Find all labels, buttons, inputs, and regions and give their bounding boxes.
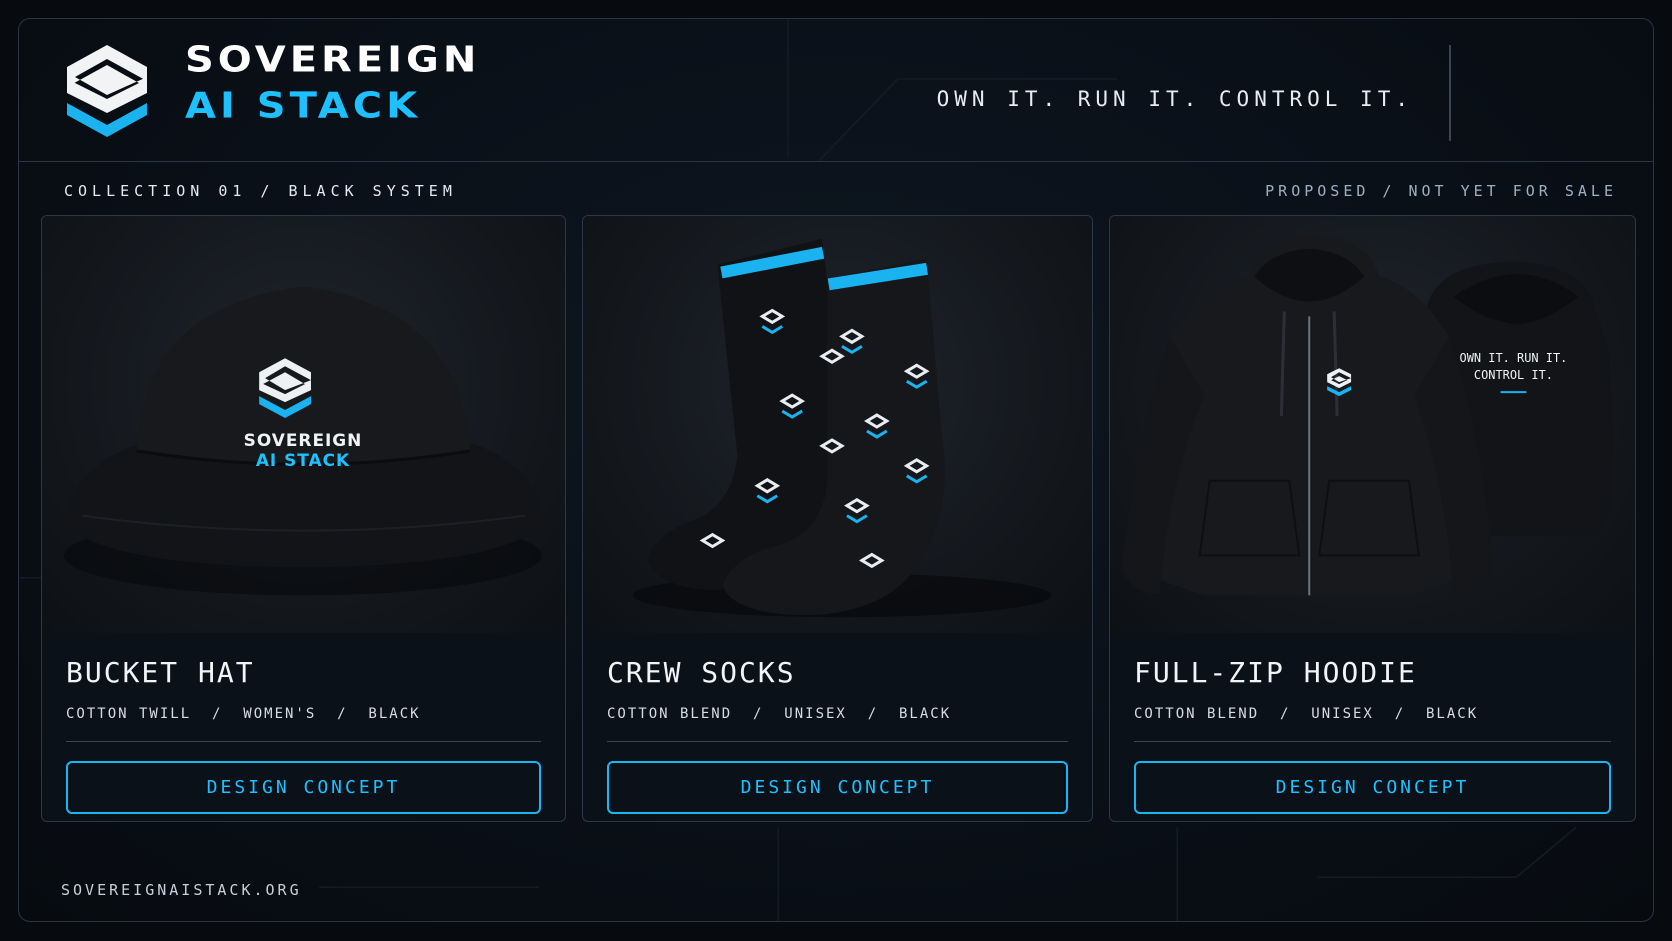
hat-print-line2: AI STACK [256, 450, 350, 470]
hoodie-back-print-line1: OWN IT. RUN IT. [1460, 351, 1568, 365]
card-divider [66, 741, 541, 742]
product-specs: COTTON BLEND / UNISEX / BLACK [607, 706, 952, 722]
card-divider [607, 741, 1068, 742]
bucket-hat-icon: SOVEREIGN AI STACK [61, 286, 546, 596]
hat-print-line1: SOVEREIGN [244, 430, 363, 450]
header-divider [1449, 45, 1451, 141]
product-title: FULL-ZIP HOODIE [1134, 656, 1417, 689]
crew-socks-icon [632, 238, 1052, 618]
collection-label: COLLECTION 01 / BLACK SYSTEM [64, 182, 457, 200]
bucket-hat-image: SOVEREIGN AI STACK [42, 216, 565, 633]
design-concept-button[interactable]: DESIGN CONCEPT [1134, 761, 1611, 814]
product-card-bucket-hat: SOVEREIGN AI STACK BUCKET HAT COTTON TWI… [41, 215, 566, 822]
brand-name-line1: SOVEREIGN [185, 39, 481, 81]
brand-header: SOVEREIGN AI STACK OWN IT. RUN IT. CONTR… [19, 19, 1653, 162]
product-title: BUCKET HAT [66, 656, 255, 689]
product-card-crew-socks: CREW SOCKS COTTON BLEND / UNISEX / BLACK… [582, 215, 1093, 822]
product-specs: COTTON TWILL / WOMEN'S / BLACK [66, 706, 421, 722]
design-concept-button[interactable]: DESIGN CONCEPT [607, 761, 1068, 814]
product-specs: COTTON BLEND / UNISEX / BLACK [1134, 706, 1479, 722]
brand-tagline: OWN IT. RUN IT. CONTROL IT. [936, 87, 1413, 111]
hoodie-image: OWN IT. RUN IT. CONTROL IT. [1110, 216, 1635, 633]
layered-s-cube-logo-icon [67, 45, 147, 137]
brand-name-line2: AI STACK [185, 85, 422, 127]
hoodie-icon: OWN IT. RUN IT. CONTROL IT. [1121, 234, 1614, 596]
website-url[interactable]: SOVEREIGNAISTACK.ORG [61, 881, 302, 899]
design-concept-button[interactable]: DESIGN CONCEPT [66, 761, 541, 814]
crew-socks-image [583, 216, 1092, 633]
availability-status: PROPOSED / NOT YET FOR SALE [1265, 182, 1617, 200]
hoodie-back-print-line2: CONTROL IT. [1474, 368, 1553, 382]
card-divider [1134, 741, 1611, 742]
poster-frame: SOVEREIGN AI STACK OWN IT. RUN IT. CONTR… [18, 18, 1654, 922]
product-title: CREW SOCKS [607, 656, 796, 689]
product-card-full-zip-hoodie: OWN IT. RUN IT. CONTROL IT. FULL-ZIP HOO… [1109, 215, 1636, 822]
